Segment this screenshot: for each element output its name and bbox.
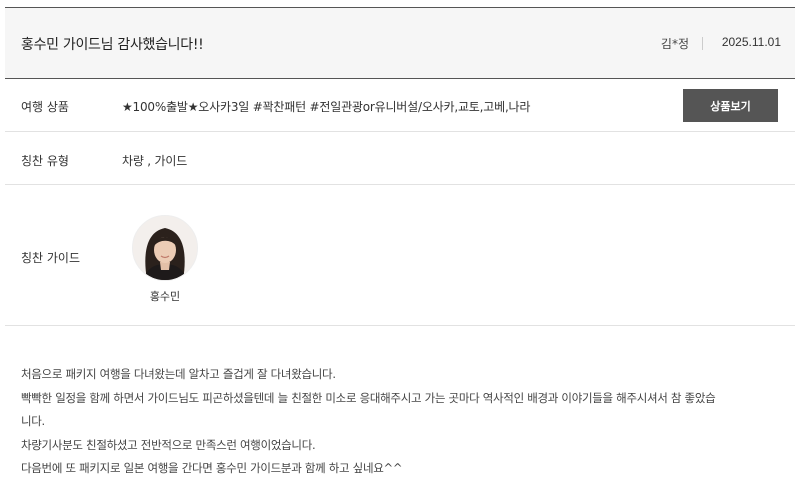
review-detail: 홍수민 가이드님 감사했습니다!! 김*정 2025.11.01 여행 상품 ★… [5,0,795,490]
praise-guide-row: 칭찬 가이드 홍수민 [5,185,795,326]
praise-guide-label: 칭찬 가이드 [21,251,81,265]
content-line: 차량기사분도 친절하셨고 전반적으로 만족스런 여행이었습니다. [21,437,316,452]
product-name: ★100%출발★오사카3일 #꽉찬패턴 #전일관광or유니버설/오사카,교토,고… [122,100,531,114]
praise-type-row: 칭찬 유형 차량 , 가이드 [5,132,795,185]
praise-type-value: 차량 , 가이드 [122,154,188,168]
guide-avatar-icon [132,215,198,281]
content-line: 니다. [21,414,45,428]
review-header: 홍수민 가이드님 감사했습니다!! 김*정 2025.11.01 [5,8,795,79]
review-date: 2025.11.01 [721,35,781,49]
product-label: 여행 상품 [21,100,69,114]
review-title: 홍수민 가이드님 감사했습니다!! [21,37,204,53]
praise-type-label: 칭찬 유형 [21,154,69,168]
guide-card[interactable]: 홍수민 [132,215,198,304]
content-line: 다음번에 또 패키지로 일본 여행을 간다면 홍수민 가이드분과 함께 하고 싶… [21,461,403,475]
content-line: 빡빡한 일정을 함께 하면서 가이드님도 피곤하셨을텐데 늘 친절한 미소로 응… [21,390,716,405]
product-row: 여행 상품 ★100%출발★오사카3일 #꽉찬패턴 #전일관광or유니버설/오사… [5,79,795,132]
review-author: 김*정 [660,37,689,51]
view-product-button[interactable]: 상품보기 [683,89,778,122]
review-content: 처음으로 패키지 여행을 다녀왔는데 알차고 즐겁게 잘 다녀왔습니다. 빡빡한… [21,363,791,481]
guide-name: 홍수민 [149,290,181,303]
content-line: 처음으로 패키지 여행을 다녀왔는데 알차고 즐겁게 잘 다녀왔습니다. [21,367,336,381]
guide-photo [133,216,197,280]
header-divider [702,37,703,50]
